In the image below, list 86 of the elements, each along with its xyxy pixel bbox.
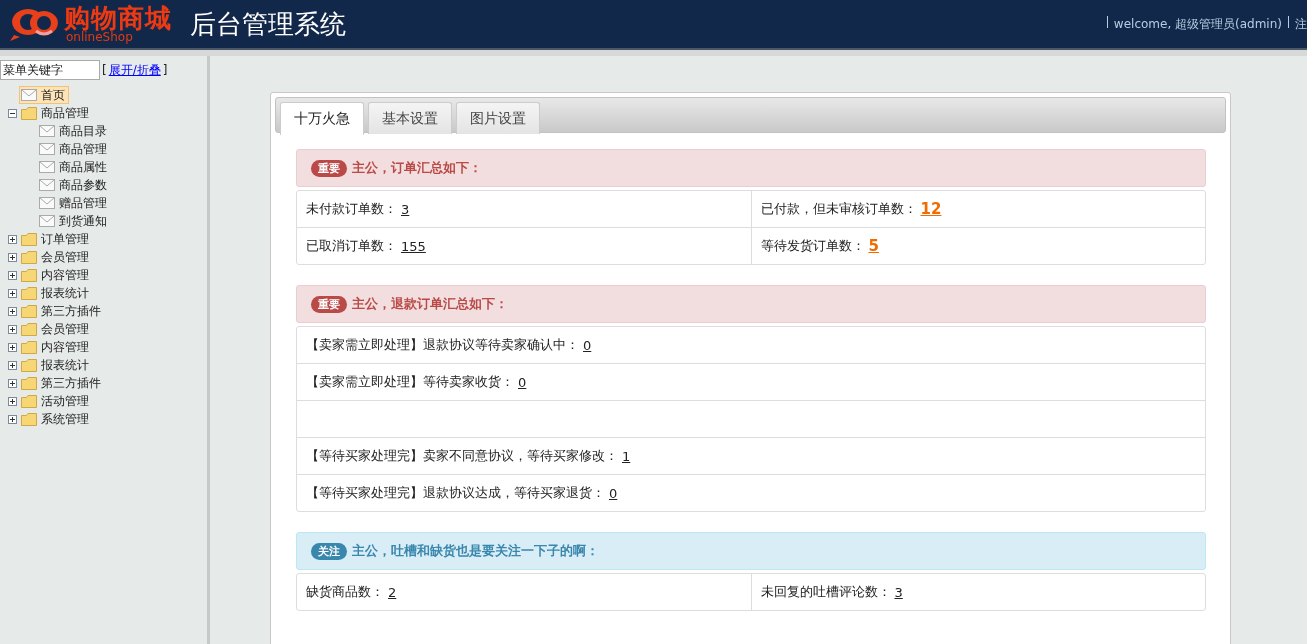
menu-item[interactable]: 系统管理: [19, 410, 93, 428]
expand-toggle-icon[interactable]: [8, 414, 17, 424]
expand-toggle-icon[interactable]: [8, 324, 17, 334]
expand-toggle-icon[interactable]: [8, 378, 17, 388]
count-link[interactable]: 0: [518, 374, 527, 390]
menu-item[interactable]: 到货通知: [37, 212, 111, 230]
expand-toggle-icon[interactable]: [8, 252, 17, 262]
count-label: 已付款，但未审核订单数：: [760, 200, 917, 218]
menu-item[interactable]: 商品参数: [37, 176, 111, 194]
count-link[interactable]: 0: [609, 485, 618, 501]
folder-icon: [21, 376, 37, 390]
envelope-icon: [39, 215, 55, 227]
tab[interactable]: 基本设置: [368, 102, 452, 134]
expand-toggle-icon[interactable]: [8, 288, 17, 298]
app-title: 后台管理系统: [190, 7, 346, 41]
folder-icon: [21, 304, 37, 318]
expand-collapse-link[interactable]: 展开/折叠: [108, 61, 161, 79]
count-label: 【卖家需立即处理】等待卖家收货：: [306, 373, 514, 391]
menu-item[interactable]: 报表统计: [19, 356, 93, 374]
count-label: 【等待买家处理完】卖家不同意协议，等待买家修改：: [306, 447, 618, 465]
folder-icon: [21, 358, 37, 372]
bracket-text: ]: [162, 63, 168, 77]
count-link[interactable]: 3: [401, 201, 410, 217]
label-badge: 重要: [311, 295, 347, 313]
count-link[interactable]: 155: [401, 238, 426, 254]
logo-text: 购物商城: [64, 5, 172, 31]
envelope-icon: [21, 89, 37, 101]
folder-icon: [21, 106, 37, 120]
count-label: 【等待买家处理完】退款协议达成，等待买家退货：: [306, 484, 605, 502]
menu-search-field[interactable]: 菜单关键字: [0, 60, 100, 80]
folder-icon: [21, 322, 37, 336]
alert-heading: 主公，订单汇总如下：: [352, 159, 482, 177]
alert-heading: 主公，退款订单汇总如下：: [352, 295, 508, 313]
count-link[interactable]: 1: [622, 448, 631, 464]
count-label: 等待发货订单数：: [760, 237, 865, 255]
logo-subtext: onlineShop: [66, 31, 133, 43]
menu-item[interactable]: 商品属性: [37, 158, 111, 176]
count-link[interactable]: 2: [388, 584, 397, 600]
folder-icon: [21, 232, 37, 246]
tab[interactable]: 图片设置: [456, 102, 540, 134]
count-link[interactable]: 3: [894, 584, 903, 600]
menu-item[interactable]: 商品管理: [37, 140, 111, 158]
expand-toggle-icon[interactable]: [8, 306, 17, 316]
count-label: 【卖家需立即处理】退款协议等待卖家确认中：: [306, 336, 579, 354]
count-label: 缺货商品数：: [306, 583, 384, 601]
menu-item[interactable]: 商品管理: [19, 104, 93, 122]
count-link[interactable]: 0: [583, 337, 592, 353]
envelope-icon: [39, 161, 55, 173]
envelope-icon: [39, 179, 55, 191]
label-badge: 关注: [311, 542, 347, 560]
label-badge: 重要: [311, 159, 347, 177]
folder-icon: [21, 340, 37, 354]
menu-item[interactable]: 第三方插件: [19, 302, 105, 320]
menu-item[interactable]: 赠品管理: [37, 194, 111, 212]
envelope-icon: [39, 197, 55, 209]
menu-item[interactable]: 会员管理: [19, 320, 93, 338]
tab[interactable]: 十万火急: [280, 102, 364, 135]
expand-toggle-icon[interactable]: [8, 270, 17, 280]
menu-item[interactable]: 内容管理: [19, 266, 93, 284]
menu-item[interactable]: 第三方插件: [19, 374, 105, 392]
alert-heading: 主公，吐槽和缺货也是要关注一下子的啊：: [352, 542, 599, 560]
expand-toggle-icon[interactable]: [8, 396, 17, 406]
menu-item[interactable]: 活动管理: [19, 392, 93, 410]
collapse-toggle-icon[interactable]: [8, 108, 17, 118]
count-label: 未付款订单数：: [306, 200, 397, 218]
folder-icon: [21, 412, 37, 426]
menu-item[interactable]: 内容管理: [19, 338, 93, 356]
envelope-icon: [39, 125, 55, 137]
folder-icon: [21, 286, 37, 300]
folder-icon: [21, 268, 37, 282]
envelope-icon: [39, 143, 55, 155]
expand-toggle-icon[interactable]: [8, 360, 17, 370]
count-label: 未回复的吐槽评论数：: [760, 583, 891, 601]
folder-icon: [21, 394, 37, 408]
expand-toggle-icon[interactable]: [8, 234, 17, 244]
expand-toggle-icon[interactable]: [8, 342, 17, 352]
menu-item[interactable]: 会员管理: [19, 248, 93, 266]
logout-link[interactable]: 注: [1295, 15, 1307, 33]
count-label: 已取消订单数：: [306, 237, 397, 255]
menu-item[interactable]: 商品目录: [37, 122, 111, 140]
menu-item[interactable]: 报表统计: [19, 284, 93, 302]
welcome-text: welcome, 超级管理员(admin): [1113, 15, 1282, 33]
menu-item[interactable]: 首页: [19, 86, 69, 104]
bracket-text: [: [102, 63, 107, 77]
menu-item[interactable]: 订单管理: [19, 230, 93, 248]
folder-icon: [21, 250, 37, 264]
